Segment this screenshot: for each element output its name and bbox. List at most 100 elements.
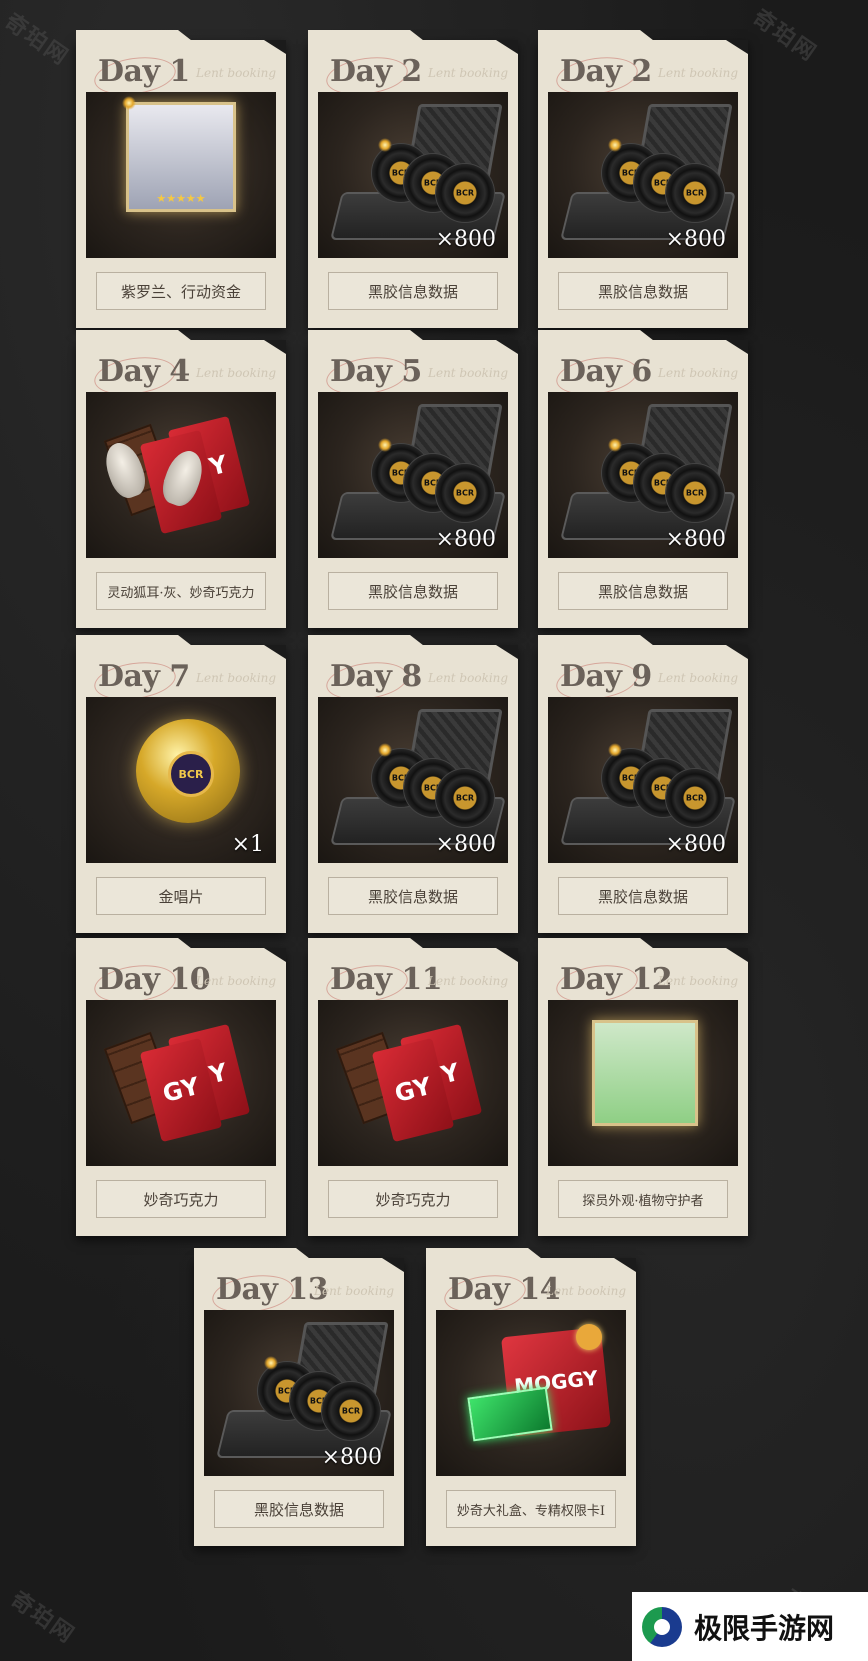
reward-card[interactable]: Day 8 Lent booking BCR BCR BCR ×800 黑胶信息…	[308, 635, 518, 933]
reward-card[interactable]: Day 10 Lent booking GY GY 妙奇巧克力	[76, 938, 286, 1236]
sparkle-icon	[378, 438, 392, 452]
reward-art: BCR BCR BCR ×800	[548, 697, 738, 863]
vinyl-record-icon: BCR	[436, 164, 494, 222]
day-label: Day 6	[560, 354, 652, 389]
card-tab	[76, 330, 196, 344]
card-tab	[538, 30, 658, 44]
reward-art	[548, 1000, 738, 1166]
reward-art: MOGGY	[436, 1310, 626, 1476]
day-label: Day 9	[560, 659, 652, 694]
watermark: 奇珀网	[0, 9, 74, 71]
card-tab	[538, 938, 658, 952]
card-tab	[194, 1248, 314, 1262]
reward-art: ★★★★★	[86, 92, 276, 258]
reward-card[interactable]: Day 7 Lent booking BCR ×1 金唱片	[76, 635, 286, 933]
reward-label: 金唱片	[96, 877, 266, 915]
reward-count: ×800	[321, 1445, 382, 1470]
reward-card[interactable]: Day 5 Lent booking BCR BCR BCR ×800 黑胶信息…	[308, 330, 518, 628]
reward-art: BCR ×1	[86, 697, 276, 863]
reward-art: BCR BCR BCR ×800	[548, 392, 738, 558]
reward-label: 妙奇巧克力	[96, 1180, 266, 1218]
character-portrait	[592, 1020, 698, 1126]
scribble-text: Lent booking	[196, 66, 277, 80]
reward-card[interactable]: Day 2 Lent booking BCR BCR BCR ×800 黑胶信息…	[308, 30, 518, 328]
reward-count: ×800	[435, 527, 496, 552]
reward-count: ×1	[231, 832, 264, 857]
card-tab	[308, 30, 428, 44]
gold-record-icon: BCR	[136, 719, 240, 823]
reward-art: BCR BCR BCR ×800	[318, 392, 508, 558]
reward-card[interactable]: Day 14 Lent booking MOGGY 妙奇大礼盒、专精权限卡I	[426, 1248, 636, 1546]
card-tab	[308, 330, 428, 344]
day-label: Day 2	[330, 54, 422, 89]
reward-card[interactable]: Day 12 Lent booking 探员外观·植物守护者	[538, 938, 748, 1236]
watermark: 奇珀网	[5, 1587, 80, 1649]
reward-label: 探员外观·植物守护者	[558, 1180, 728, 1218]
vinyl-record-icon: BCR	[666, 464, 724, 522]
reward-label: 黑胶信息数据	[328, 877, 498, 915]
scribble-text: Lent booking	[658, 66, 739, 80]
scribble-text: Lent booking	[428, 66, 509, 80]
logo-icon	[642, 1606, 682, 1647]
reward-card[interactable]: Day 6 Lent booking BCR BCR BCR ×800 黑胶信息…	[538, 330, 748, 628]
day-label: Day 12	[560, 962, 673, 997]
reward-label: 黑胶信息数据	[214, 1490, 384, 1528]
card-tab	[76, 938, 196, 952]
day-label: Day 2	[560, 54, 652, 89]
vinyl-record-icon: BCR	[436, 464, 494, 522]
reward-count: ×800	[435, 227, 496, 252]
day-label: Day 5	[330, 354, 422, 389]
reward-label: 妙奇大礼盒、专精权限卡I	[446, 1490, 616, 1528]
reward-art: GY GY	[86, 392, 276, 558]
watermark: 奇珀网	[747, 5, 822, 67]
reward-count: ×800	[665, 832, 726, 857]
reward-art: GY GY	[86, 1000, 276, 1166]
sparkle-icon	[122, 96, 136, 110]
scribble-text: Lent booking	[314, 1284, 395, 1298]
day-label: Day 4	[98, 354, 190, 389]
vinyl-record-icon: BCR	[666, 164, 724, 222]
sparkle-icon	[378, 138, 392, 152]
reward-art: GY GY	[318, 1000, 508, 1166]
site-name: 极限手游网	[694, 1611, 835, 1645]
reward-label: 妙奇巧克力	[328, 1180, 498, 1218]
reward-art: BCR BCR BCR ×800	[204, 1310, 394, 1476]
reward-label: 黑胶信息数据	[328, 272, 498, 310]
sparkle-icon	[608, 138, 622, 152]
ribbon-bow-icon	[576, 1324, 602, 1350]
sparkle-icon	[608, 743, 622, 757]
card-tab	[76, 635, 196, 649]
reward-card[interactable]: Day 11 Lent booking GY GY 妙奇巧克力	[308, 938, 518, 1236]
reward-card[interactable]: Day 4 Lent booking GY GY 灵动狐耳·灰、妙奇巧克力	[76, 330, 286, 628]
scribble-text: Lent booking	[658, 366, 739, 380]
reward-count: ×800	[435, 832, 496, 857]
card-tab	[538, 330, 658, 344]
reward-card[interactable]: Day 9 Lent booking BCR BCR BCR ×800 黑胶信息…	[538, 635, 748, 933]
reward-art: BCR BCR BCR ×800	[548, 92, 738, 258]
vinyl-record-icon: BCR	[322, 1382, 380, 1440]
reward-count: ×800	[665, 227, 726, 252]
reward-count: ×800	[665, 527, 726, 552]
day-label: Day 1	[98, 54, 190, 89]
reward-label: 黑胶信息数据	[558, 272, 728, 310]
reward-card[interactable]: Day 2 Lent booking BCR BCR BCR ×800 黑胶信息…	[538, 30, 748, 328]
reward-card[interactable]: Day 13 Lent booking BCR BCR BCR ×800 黑胶信…	[194, 1248, 404, 1546]
card-tab	[426, 1248, 546, 1262]
reward-label: 黑胶信息数据	[328, 572, 498, 610]
day-label: Day 8	[330, 659, 422, 694]
scribble-text: Lent booking	[546, 1284, 627, 1298]
sparkle-icon	[264, 1356, 278, 1370]
card-tab	[308, 938, 428, 952]
day-label: Day 11	[330, 962, 443, 997]
scribble-text: Lent booking	[196, 671, 277, 685]
scribble-text: Lent booking	[196, 366, 277, 380]
reward-label: 黑胶信息数据	[558, 877, 728, 915]
rarity-stars: ★★★★★	[156, 192, 206, 205]
scribble-text: Lent booking	[428, 366, 509, 380]
day-label: Day 14	[448, 1272, 561, 1307]
scribble-text: Lent booking	[428, 671, 509, 685]
vinyl-record-icon: BCR	[666, 769, 724, 827]
reward-card[interactable]: Day 1 Lent booking ★★★★★ 紫罗兰、行动资金	[76, 30, 286, 328]
site-logo: 极限手游网	[632, 1592, 868, 1661]
vinyl-record-icon: BCR	[436, 769, 494, 827]
